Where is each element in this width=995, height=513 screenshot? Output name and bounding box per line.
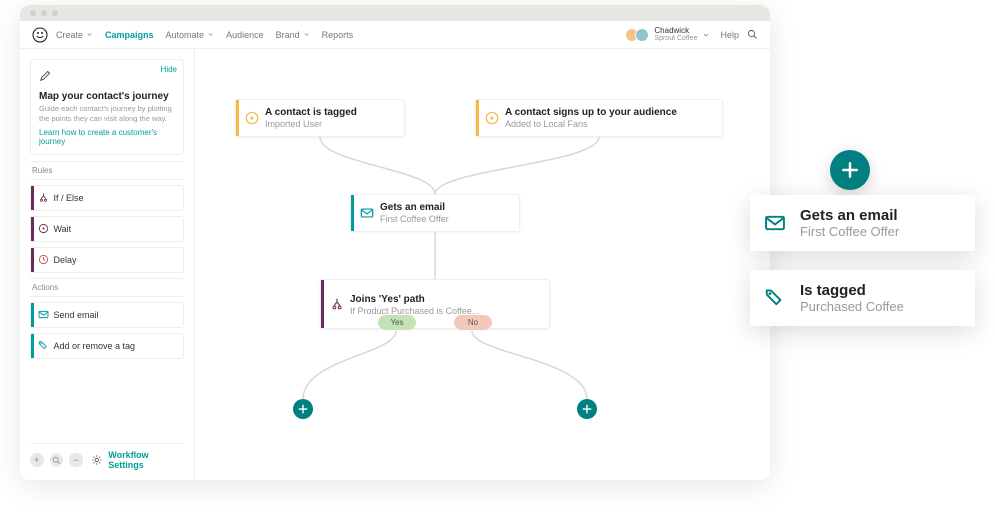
chrome-dot <box>30 10 36 16</box>
node-sub: Added to Local Fans <box>505 119 677 130</box>
mail-icon <box>354 206 380 220</box>
pen-icon <box>39 68 53 82</box>
user-name: Chadwick <box>654 27 697 35</box>
hide-link[interactable]: Hide <box>161 65 177 74</box>
tag-icon <box>750 287 800 309</box>
block-label: Wait <box>54 224 72 234</box>
top-nav: Create Campaigns Automate Audience Brand… <box>20 21 770 49</box>
card-title: Is tagged <box>800 282 904 299</box>
panel-link[interactable]: Learn how to create a customer's journey <box>39 128 175 146</box>
org-name: Sprout Coffee <box>654 35 697 42</box>
branch-yes-pill[interactable]: Yes <box>378 315 416 330</box>
rule-delay[interactable]: Delay <box>30 247 184 273</box>
app-window: Create Campaigns Automate Audience Brand… <box>20 5 770 480</box>
node-title: A contact is tagged <box>265 107 357 119</box>
mail-icon <box>750 212 800 234</box>
panel-desc: Guide each contact's journey by plotting… <box>39 104 175 124</box>
nav-label: Automate <box>166 30 205 40</box>
chrome-dot <box>41 10 47 16</box>
tag-icon <box>34 340 54 351</box>
branch-no-pill[interactable]: No <box>454 315 492 330</box>
add-step-button[interactable] <box>577 399 597 419</box>
node-send-email[interactable]: Gets an email First Coffee Offer <box>350 194 520 232</box>
chrome-dot <box>52 10 58 16</box>
node-trigger-signup[interactable]: A contact signs up to your audience Adde… <box>475 99 723 137</box>
zoom-out-button[interactable]: − <box>69 453 83 467</box>
card-sub: First Coffee Offer <box>800 224 899 239</box>
nav-create[interactable]: Create <box>56 30 93 40</box>
nav-label: Campaigns <box>105 30 154 40</box>
search-icon[interactable] <box>747 29 758 40</box>
action-send-email[interactable]: Send email <box>30 302 184 328</box>
node-sub: Imported User <box>265 119 357 130</box>
overlay-card-tag[interactable]: Is tagged Purchased Coffee <box>750 270 975 326</box>
account-text: Chadwick Sprout Coffee <box>654 27 697 42</box>
rule-if-else[interactable]: If / Else <box>30 185 184 211</box>
wait-icon <box>34 223 54 234</box>
nav-label: Brand <box>276 30 300 40</box>
sidebar: Hide Map your contact's journey Guide ea… <box>20 49 195 480</box>
node-title: A contact signs up to your audience <box>505 107 677 119</box>
clock-icon <box>34 254 54 265</box>
nav-label: Create <box>56 30 83 40</box>
nav-campaigns[interactable]: Campaigns <box>105 30 154 40</box>
block-label: Send email <box>54 310 99 320</box>
gear-icon <box>91 454 103 466</box>
node-title: Joins 'Yes' path <box>350 294 479 306</box>
sidebar-footer: + − Workflow Settings <box>30 443 184 480</box>
actions-heading: Actions <box>30 278 184 297</box>
mail-icon <box>34 309 54 320</box>
card-sub: Purchased Coffee <box>800 299 904 314</box>
nav-automate[interactable]: Automate <box>166 30 215 40</box>
rules-heading: Rules <box>30 161 184 180</box>
nav-help[interactable]: Help <box>720 30 739 40</box>
chevron-down-icon <box>303 31 310 38</box>
block-label: Add or remove a tag <box>54 341 136 351</box>
play-icon <box>239 111 265 125</box>
node-title: Gets an email <box>380 202 449 214</box>
node-if-else[interactable]: Joins 'Yes' path If Product Purchased is… <box>320 279 550 329</box>
nav-audience[interactable]: Audience <box>226 30 264 40</box>
workflow-settings-link[interactable]: Workflow Settings <box>108 450 184 470</box>
node-trigger-tagged[interactable]: A contact is tagged Imported User <box>235 99 405 137</box>
split-icon <box>324 297 350 311</box>
overlay-add-button[interactable] <box>830 150 870 190</box>
action-tag[interactable]: Add or remove a tag <box>30 333 184 359</box>
nav-label: Help <box>720 30 739 40</box>
add-step-button[interactable] <box>293 399 313 419</box>
journey-canvas[interactable]: A contact is tagged Imported User A cont… <box>195 49 770 480</box>
card-title: Gets an email <box>800 207 899 224</box>
nav-label: Audience <box>226 30 264 40</box>
nav-label: Reports <box>322 30 354 40</box>
play-icon <box>479 111 505 125</box>
split-icon <box>34 192 54 203</box>
avatar <box>635 28 649 42</box>
rule-wait[interactable]: Wait <box>30 216 184 242</box>
avatar-stack <box>625 28 649 42</box>
chevron-down-icon <box>207 31 214 38</box>
nav-reports[interactable]: Reports <box>322 30 354 40</box>
logo-icon[interactable] <box>32 27 48 43</box>
browser-chrome <box>20 5 770 21</box>
chevron-down-icon <box>702 31 710 39</box>
zoom-in-button[interactable]: + <box>30 453 44 467</box>
chevron-down-icon <box>86 31 93 38</box>
account-switcher[interactable]: Chadwick Sprout Coffee <box>625 27 710 42</box>
panel-title: Map your contact's journey <box>39 91 175 102</box>
block-label: Delay <box>54 255 77 265</box>
journey-panel: Hide Map your contact's journey Guide ea… <box>30 59 184 155</box>
block-label: If / Else <box>54 193 84 203</box>
zoom-fit-button[interactable] <box>50 453 64 467</box>
nav-brand[interactable]: Brand <box>276 30 310 40</box>
node-sub: First Coffee Offer <box>380 214 449 225</box>
overlay-card-email[interactable]: Gets an email First Coffee Offer <box>750 195 975 251</box>
